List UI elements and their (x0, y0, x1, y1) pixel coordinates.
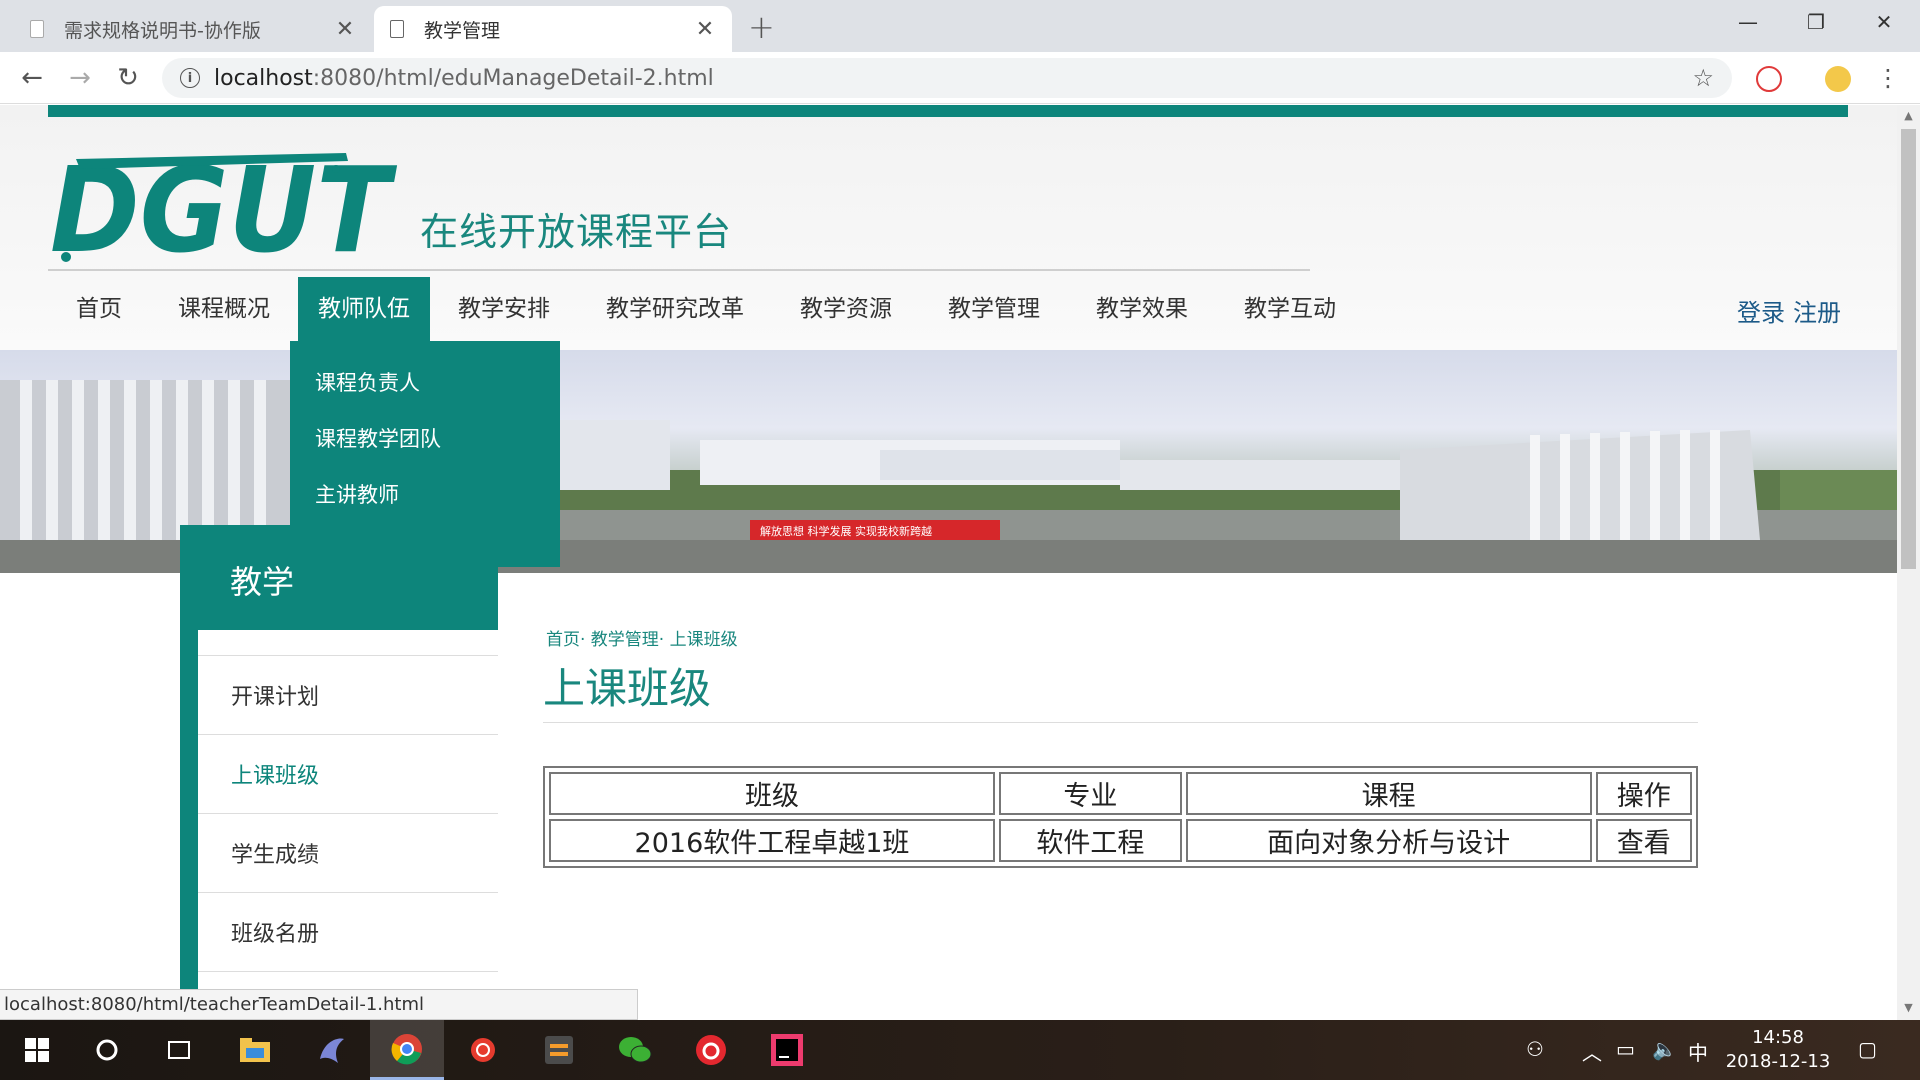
windows-taskbar: ⚇ ︿ ▭ 🔈 中 14:58 2018-12-13 ▢ (0, 1020, 1920, 1080)
site-header: DGUT 在线开放课程平台 首页 课程概况 教师队伍 教学安排 教学研究改革 教… (0, 105, 1897, 350)
system-clock[interactable]: 14:58 2018-12-13 (1718, 1026, 1838, 1074)
address-bar[interactable]: i localhost:8080/html/eduManageDetail-2.… (162, 58, 1732, 98)
top-accent-bar (48, 105, 1848, 117)
nav-course-overview[interactable]: 课程概况 (150, 277, 298, 341)
chrome-icon[interactable] (370, 1020, 444, 1080)
close-icon[interactable]: ✕ (334, 17, 356, 42)
close-window-icon[interactable]: ✕ (1854, 4, 1914, 40)
dropdown-item-course-leader[interactable]: 课程负责人 (290, 355, 560, 411)
svg-text:解放思想 科学发展 实现我校新跨越: 解放思想 科学发展 实现我校新跨越 (760, 524, 932, 538)
auth-links: 登录 注册 (1729, 293, 1841, 328)
class-table: 班级 专业 课程 操作 2016软件工程卓越1班 软件工程 面向对象分析与设计 … (543, 766, 1698, 868)
task-view-icon[interactable] (142, 1020, 216, 1080)
nav-teaching-interaction[interactable]: 教学互动 (1216, 277, 1364, 341)
page-viewport: DGUT 在线开放课程平台 首页 课程概况 教师队伍 教学安排 教学研究改革 教… (0, 105, 1897, 1020)
bookmark-star-icon[interactable]: ☆ (1692, 64, 1714, 92)
nav-teaching-effect[interactable]: 教学效果 (1068, 277, 1216, 341)
col-header-course: 课程 (1185, 772, 1592, 815)
cortana-icon[interactable] (70, 1020, 144, 1080)
restore-icon[interactable]: ❐ (1786, 4, 1846, 40)
nav-teaching-reform[interactable]: 教学研究改革 (578, 277, 772, 341)
intellij-idea-icon[interactable] (750, 1020, 824, 1080)
sidebar-header: 教学 (180, 525, 498, 630)
browser-toolbar: ← → ↻ i localhost:8080/html/eduManageDet… (0, 52, 1920, 104)
page-title: 上课班级 (543, 664, 712, 713)
file-explorer-icon[interactable] (218, 1020, 292, 1080)
tab-edu-manage[interactable]: 教学管理 ✕ (374, 6, 732, 52)
close-icon[interactable]: ✕ (694, 17, 716, 42)
document-icon (30, 20, 44, 38)
minimize-icon[interactable]: — (1718, 4, 1778, 40)
register-link[interactable]: 注册 (1793, 299, 1841, 327)
menu-icon[interactable]: ⋮ (1870, 60, 1906, 96)
title-divider (543, 722, 1698, 723)
document-icon (390, 20, 404, 38)
scroll-down-icon[interactable]: ▼ (1897, 1001, 1920, 1014)
status-bar-url: localhost:8080/html/teacherTeamDetail-1.… (0, 989, 638, 1020)
col-header-action: 操作 (1595, 772, 1692, 815)
tab-requirements[interactable]: 需求规格说明书-协作版 ✕ (14, 6, 372, 52)
ime-indicator[interactable]: 中 (1688, 1037, 1708, 1066)
view-link[interactable]: 查看 (1595, 819, 1692, 862)
table-row: 2016软件工程卓越1班 软件工程 面向对象分析与设计 查看 (549, 819, 1692, 862)
nav-teachers[interactable]: 教师队伍 (298, 277, 430, 341)
sidebar-item-grades[interactable]: 学生成绩 (198, 813, 498, 892)
video-extension-icon[interactable] (1756, 66, 1782, 92)
nav-teaching-management[interactable]: 教学管理 (920, 277, 1068, 341)
sidebar-title: 教学 (230, 563, 295, 601)
site-title: 在线开放课程平台 (420, 210, 733, 254)
col-header-class: 班级 (549, 772, 995, 815)
url-path: :8080/html/eduManageDetail-2.html (312, 65, 714, 91)
new-tab-button[interactable]: + (748, 8, 775, 46)
nav-home[interactable]: 首页 (48, 277, 150, 341)
dolphin-app-icon[interactable] (294, 1020, 368, 1080)
nav-teaching-resources[interactable]: 教学资源 (772, 277, 920, 341)
cell-course: 面向对象分析与设计 (1185, 819, 1592, 862)
cell-major: 软件工程 (998, 819, 1182, 862)
divider (48, 269, 1310, 271)
login-link[interactable]: 登录 (1737, 299, 1785, 327)
sidebar-accent-bar (180, 625, 198, 1020)
clock-date: 2018-12-13 (1725, 1051, 1831, 1072)
dropdown-item-teaching-team[interactable]: 课程教学团队 (290, 411, 560, 467)
netease-music-icon[interactable] (674, 1020, 748, 1080)
tab-title: 教学管理 (424, 19, 501, 42)
action-center-icon[interactable]: ▢ (1858, 1037, 1877, 1061)
url-host: localhost (214, 65, 313, 91)
people-icon[interactable]: ⚇ (1526, 1037, 1544, 1061)
breadcrumb[interactable]: 首页· 教学管理· 上课班级 (546, 625, 738, 650)
back-icon[interactable]: ← (14, 60, 50, 96)
forward-icon[interactable]: → (62, 60, 98, 96)
wechat-icon[interactable] (598, 1020, 672, 1080)
col-header-major: 专业 (998, 772, 1182, 815)
tray-expand-icon[interactable]: ︿ (1582, 1037, 1602, 1066)
main-nav: 首页 课程概况 教师队伍 教学安排 教学研究改革 教学资源 教学管理 教学效果 … (48, 277, 1364, 341)
info-icon[interactable]: i (180, 68, 200, 88)
sidebar-item-course-plan[interactable]: 开课计划 (198, 655, 498, 734)
table-header-row: 班级 专业 课程 操作 (549, 772, 1692, 815)
dgut-logo: DGUT (50, 141, 398, 275)
snail-app-icon[interactable] (446, 1020, 520, 1080)
scrollbar-thumb[interactable] (1901, 129, 1916, 569)
page-scrollbar[interactable]: ▲ ▼ (1897, 105, 1920, 1020)
scroll-up-icon[interactable]: ▲ (1897, 109, 1920, 122)
tab-strip: 需求规格说明书-协作版 ✕ 教学管理 ✕ + — ❐ ✕ (0, 0, 1920, 52)
dropdown-item-lecturers[interactable]: 主讲教师 (290, 467, 560, 523)
tab-title: 需求规格说明书-协作版 (64, 19, 261, 42)
volume-muted-icon[interactable]: 🔈 (1652, 1037, 1677, 1061)
sidebar-menu: 开课计划 上课班级 学生成绩 班级名册 (198, 655, 498, 1020)
battery-icon[interactable]: ▭ (1616, 1037, 1635, 1061)
nav-teaching-schedule[interactable]: 教学安排 (430, 277, 578, 341)
reload-icon[interactable]: ↻ (110, 60, 146, 96)
sidebar-item-classes[interactable]: 上课班级 (198, 734, 498, 813)
sidebar-item-roster[interactable]: 班级名册 (198, 892, 498, 971)
sublime-text-icon[interactable] (522, 1020, 596, 1080)
clock-time: 14:58 (1752, 1027, 1804, 1048)
windows-start-icon[interactable] (0, 1020, 74, 1080)
avatar-icon[interactable] (1825, 66, 1851, 92)
cell-class: 2016软件工程卓越1班 (549, 819, 995, 862)
